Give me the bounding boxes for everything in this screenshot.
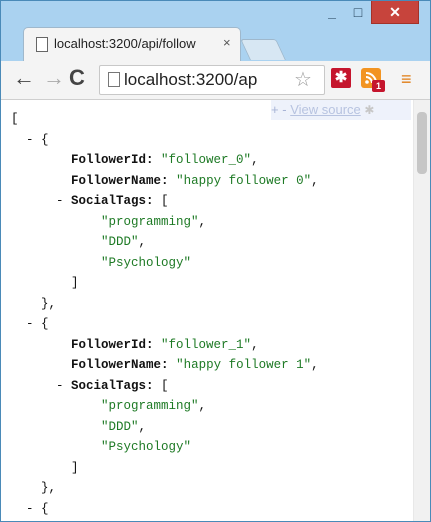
json-value: "Psychology"	[101, 440, 192, 454]
page-icon	[108, 72, 120, 87]
vertical-scrollbar[interactable]	[413, 100, 430, 521]
json-value: "Psychology"	[101, 255, 192, 270]
page-icon	[36, 37, 48, 52]
json-value: "DDD"	[101, 235, 139, 249]
json-value: "happy follower 0"	[176, 173, 312, 188]
tab-close-icon[interactable]: ×	[223, 35, 231, 50]
maximize-button[interactable]: □	[345, 1, 371, 23]
extension-icon[interactable]: ✱	[331, 68, 351, 88]
json-value: "follower_0"	[161, 153, 252, 167]
title-bar: _ □ ✕ localhost:3200/api/follow ×	[1, 1, 430, 62]
close-button[interactable]: ✕	[371, 1, 419, 24]
json-key: SocialTags:	[71, 378, 154, 393]
json-key: FollowerName:	[71, 173, 169, 188]
forward-button[interactable]: →	[43, 67, 65, 89]
json-open-bracket: [	[11, 112, 19, 126]
address-bar[interactable]: localhost:3200/ap ☆	[99, 65, 325, 95]
browser-tab[interactable]: localhost:3200/api/follow ×	[23, 27, 241, 62]
tab-title: localhost:3200/api/follow	[54, 36, 196, 51]
minimize-button[interactable]: _	[319, 1, 345, 23]
json-value: "DDD"	[101, 419, 139, 434]
json-key: FollowerName:	[71, 358, 169, 372]
url-text[interactable]: localhost:3200/ap	[124, 70, 290, 90]
json-viewer: + - View source ✱ [ - { FollowerId: "fol…	[1, 100, 430, 521]
menu-icon[interactable]: ≡	[401, 69, 412, 90]
json-value: "follower_1"	[161, 337, 252, 352]
browser-window: _ □ ✕ localhost:3200/api/follow × ← → C …	[0, 0, 431, 522]
scrollbar-thumb[interactable]	[417, 112, 427, 174]
notification-badge: 1	[372, 80, 385, 92]
json-value: "programming"	[101, 214, 199, 229]
back-button[interactable]: ←	[13, 67, 35, 89]
new-tab-button[interactable]	[240, 39, 286, 60]
gear-icon[interactable]: ✱	[364, 103, 374, 117]
reload-button[interactable]: C	[69, 67, 85, 89]
json-value: "programming"	[101, 399, 199, 413]
json-body: [ - { FollowerId: "follower_0", Follower…	[11, 112, 319, 516]
json-key: FollowerId:	[71, 337, 154, 352]
json-value: "happy follower 1"	[176, 358, 312, 372]
toolbar: ← → C localhost:3200/ap ☆ ✱ 1 ≡	[1, 61, 430, 100]
bookmark-star-icon[interactable]: ☆	[294, 67, 312, 92]
json-key: SocialTags:	[71, 194, 154, 208]
json-key: FollowerId:	[71, 153, 154, 167]
